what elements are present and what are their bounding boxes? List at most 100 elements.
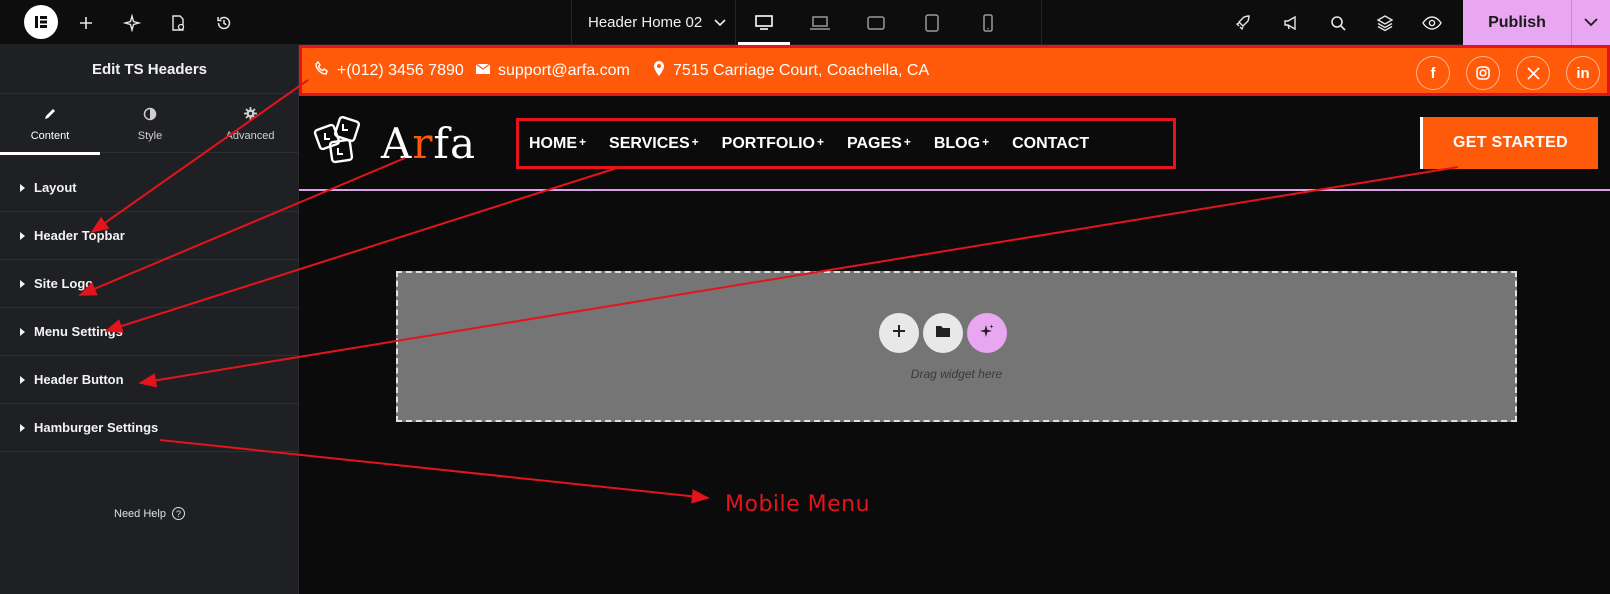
phone-contact[interactable]: +(012) 3456 7890 (314, 48, 464, 93)
nav-item-services[interactable]: SERVICES + (609, 135, 699, 153)
address-contact[interactable]: 7515 Carriage Court, Coachella, CA (652, 48, 929, 93)
phone-icon (314, 60, 330, 81)
elementor-editor: Header Home 02 Publish Edit TS Headers C… (0, 0, 1610, 594)
facebook-icon[interactable]: f (1416, 56, 1450, 90)
section-label: Menu Settings (34, 324, 123, 339)
nav-item-portfolio[interactable]: PORTFOLIO + (722, 135, 824, 153)
submenu-plus-icon: + (816, 134, 824, 149)
caret-right-icon (20, 327, 25, 336)
ai-build-button[interactable] (967, 313, 1007, 353)
caret-right-icon (20, 231, 25, 240)
chevron-down-icon (714, 14, 726, 31)
folder-icon (935, 324, 951, 343)
nav-label: HOME (529, 134, 577, 152)
header-topbar[interactable]: +(012) 3456 7890 support@arfa.com 7515 C… (299, 45, 1610, 96)
ai-sparkle-icon[interactable] (112, 0, 152, 45)
editor-panel: Edit TS Headers Content Style Advanced L… (0, 45, 299, 594)
publish-options-button[interactable] (1571, 0, 1610, 45)
address-text: 7515 Carriage Court, Coachella, CA (673, 61, 930, 79)
search-icon[interactable] (1318, 0, 1358, 45)
tab-style-label: Style (137, 129, 163, 142)
brand-letters: fa (433, 118, 477, 168)
mobile-device-icon[interactable] (960, 0, 1016, 45)
need-help-link[interactable]: Need Help ? (0, 507, 299, 520)
get-started-button[interactable]: GET STARTED (1420, 117, 1598, 169)
section-header-topbar[interactable]: Header Topbar (0, 212, 299, 260)
add-icon (892, 324, 906, 343)
page-settings-icon[interactable] (158, 0, 198, 45)
document-title-dropdown[interactable]: Header Home 02 (571, 0, 736, 45)
megaphone-icon[interactable] (1271, 0, 1311, 45)
linkedin-icon[interactable]: in (1566, 56, 1600, 90)
submenu-plus-icon: + (691, 134, 699, 149)
email-contact[interactable]: support@arfa.com (475, 48, 630, 93)
dropzone-hint: Drag widget here (910, 367, 1003, 381)
history-icon[interactable] (204, 0, 244, 45)
nav-label: PORTFOLIO (721, 134, 815, 152)
brand-name: Arfa (381, 119, 476, 168)
section-label: Header Button (34, 372, 124, 387)
caret-right-icon (20, 423, 25, 432)
half-circle-icon (143, 107, 157, 124)
caret-right-icon (20, 279, 25, 288)
rocket-icon[interactable] (1223, 0, 1263, 45)
nav-label: CONTACT (1012, 134, 1090, 152)
section-divider (299, 189, 1610, 191)
ai-sparkle-icon (979, 323, 995, 344)
brand-accent-letter: r (412, 118, 434, 168)
section-header-button[interactable]: Header Button (0, 356, 299, 404)
x-twitter-icon[interactable] (1516, 56, 1550, 90)
section-menu-settings[interactable]: Menu Settings (0, 308, 299, 356)
elementor-logo-icon[interactable] (24, 5, 58, 39)
tablet-portrait-device-icon[interactable] (904, 0, 960, 45)
section-label: Hamburger Settings (34, 420, 159, 435)
tablet-landscape-device-icon[interactable] (848, 0, 904, 45)
nav-label: PAGES (847, 134, 902, 152)
desktop-device-icon[interactable] (736, 0, 792, 45)
device-switcher (736, 0, 1042, 45)
section-layout[interactable]: Layout (0, 164, 299, 212)
panel-tabs: Content Style Advanced (0, 93, 300, 155)
gear-icon (243, 106, 258, 124)
tab-content-label: Content (30, 129, 70, 142)
section-site-logo[interactable]: Site Logo (0, 260, 299, 308)
envelope-icon (475, 62, 491, 80)
editor-topbar: Header Home 02 Publish (0, 0, 1610, 45)
add-section-button[interactable] (879, 313, 919, 353)
caret-right-icon (20, 183, 25, 192)
phone-text: +(012) 3456 7890 (337, 61, 464, 79)
preview-eye-icon[interactable] (1412, 0, 1452, 45)
add-icon[interactable] (66, 0, 106, 45)
nav-item-home[interactable]: HOME + (529, 135, 586, 153)
instagram-icon[interactable] (1466, 56, 1500, 90)
nav-item-contact[interactable]: CONTACT (1012, 135, 1089, 153)
laptop-device-icon[interactable] (792, 0, 848, 45)
publish-button[interactable]: Publish (1463, 0, 1571, 45)
caret-right-icon (20, 375, 25, 384)
help-icon: ? (171, 507, 185, 520)
dice-logo-icon (311, 115, 367, 172)
nav-label: BLOG (933, 134, 981, 152)
main-nav: HOME + SERVICES + PORTFOLIO + PAGES + BLOG + … (516, 118, 1176, 169)
email-text: support@arfa.com (498, 61, 630, 79)
section-label: Site Logo (34, 276, 94, 291)
section-label: Header Topbar (34, 228, 125, 243)
tab-style[interactable]: Style (100, 94, 200, 154)
nav-item-blog[interactable]: BLOG + (934, 135, 989, 153)
tab-advanced-label: Advanced (225, 130, 275, 142)
need-help-label: Need Help (114, 507, 166, 520)
annotation-label: Mobile Menu (725, 492, 871, 517)
nav-label: SERVICES (609, 134, 690, 152)
tab-content[interactable]: Content (0, 94, 100, 155)
map-pin-icon (652, 60, 666, 82)
add-template-button[interactable] (923, 313, 963, 353)
submenu-plus-icon: + (579, 134, 587, 149)
tab-advanced[interactable]: Advanced (200, 94, 300, 154)
section-hamburger-settings[interactable]: Hamburger Settings (0, 404, 299, 452)
widget-dropzone[interactable]: Drag widget here (396, 271, 1517, 422)
layers-icon[interactable] (1365, 0, 1405, 45)
site-logo[interactable]: Arfa (311, 113, 476, 173)
nav-item-pages[interactable]: PAGES + (847, 135, 911, 153)
brand-letter: A (381, 118, 413, 168)
submenu-plus-icon: + (903, 134, 911, 149)
